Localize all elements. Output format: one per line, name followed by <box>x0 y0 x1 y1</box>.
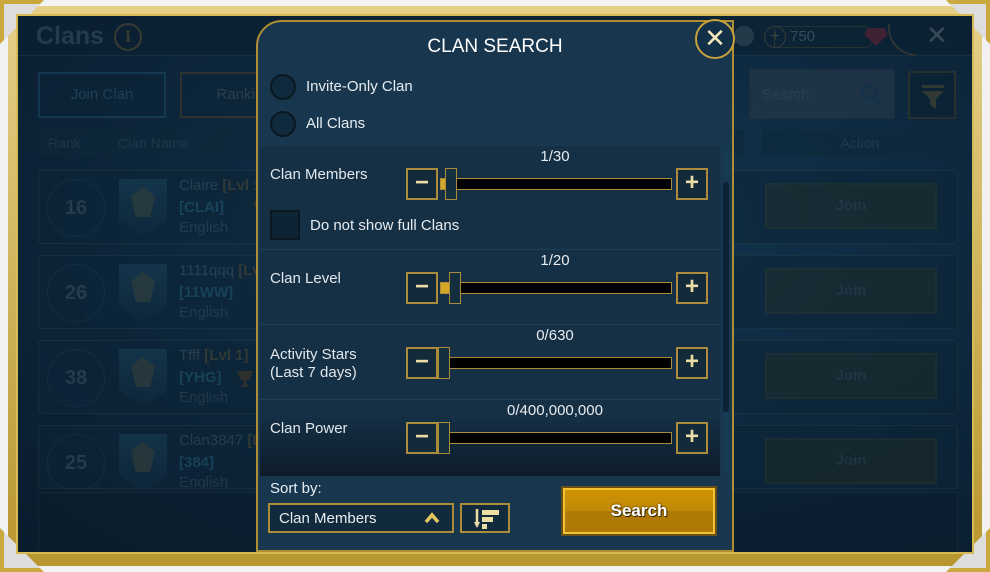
close-icon[interactable]: ✕ <box>926 20 948 51</box>
decrease-button[interactable]: − <box>406 168 438 200</box>
sort-label: Sort by: <box>270 480 322 497</box>
slider-value: 1/30 <box>540 148 570 165</box>
info-icon[interactable]: i <box>114 23 142 51</box>
column-header-rank[interactable]: Rank <box>38 130 102 156</box>
filter-label-clan-power: Clan Power <box>270 420 348 437</box>
clan-emblem-icon <box>119 349 167 407</box>
clan-language: English <box>179 304 229 321</box>
clan-search-dialog: CLAN SEARCH Invite-Only Clan All Clans C… <box>256 20 734 552</box>
join-button[interactable]: Join <box>765 268 937 314</box>
clan-tag: [YHG] <box>179 369 222 386</box>
join-button[interactable]: Join <box>765 353 937 399</box>
radio-button[interactable] <box>270 111 296 137</box>
filter-label-activity-stars: Activity Stars (Last 7 days) <box>270 346 357 381</box>
search-icon <box>861 84 882 105</box>
rank-badge: 38 <box>47 349 105 407</box>
filter-icon <box>922 85 944 109</box>
search-input[interactable]: Search <box>749 69 895 119</box>
radio-button[interactable] <box>270 74 296 100</box>
resource-box <box>774 26 874 48</box>
clan-tag: [384] <box>179 454 215 471</box>
divider <box>260 324 720 325</box>
trophy-icon <box>237 371 253 387</box>
increase-button[interactable]: + <box>676 422 708 454</box>
join-button[interactable]: Join <box>765 183 937 229</box>
scrollbar-thumb[interactable] <box>723 182 729 412</box>
radio-label: Invite-Only Clan <box>306 78 413 95</box>
close-icon[interactable]: ✕ <box>695 19 735 59</box>
clan-language: English <box>179 389 229 406</box>
rank-badge: 26 <box>47 264 105 322</box>
slider-track[interactable] <box>440 432 672 444</box>
search-button[interactable]: Search <box>561 486 717 536</box>
slider-thumb[interactable] <box>438 422 450 454</box>
slider-value: 0/400,000,000 <box>507 402 603 419</box>
resource-value: 750 <box>790 28 816 45</box>
sort-selected-value: Clan Members <box>279 510 377 527</box>
clan-name: Claire [Lvl 1] <box>179 177 267 194</box>
clan-language: English <box>179 219 229 236</box>
dialog-title: CLAN SEARCH <box>427 36 563 57</box>
slider-thumb[interactable] <box>445 168 458 200</box>
scrollbar[interactable] <box>723 146 729 476</box>
sort-order-button[interactable] <box>460 503 510 533</box>
decrease-button[interactable]: − <box>406 347 438 379</box>
radio-label: All Clans <box>306 115 366 132</box>
clan-emblem-icon <box>119 434 167 488</box>
search-placeholder: Search <box>762 86 810 103</box>
clan-name: Tfff [Lvl 1] <box>179 347 249 364</box>
tab-join-clan[interactable]: Join Clan <box>38 72 166 118</box>
slider-track[interactable] <box>440 282 672 294</box>
slider-value: 1/20 <box>540 252 570 269</box>
chevron-up-icon <box>424 512 440 524</box>
divider <box>260 399 720 400</box>
clan-emblem-icon <box>119 179 167 237</box>
filter-label-clan-level: Clan Level <box>270 270 341 287</box>
filter-button[interactable] <box>908 71 956 119</box>
filter-label-clan-members: Clan Members <box>270 166 368 183</box>
clan-tag: [11WW] <box>179 284 234 301</box>
decrease-button[interactable]: − <box>406 422 438 454</box>
clan-language: English <box>179 474 229 489</box>
increase-button[interactable]: + <box>676 168 708 200</box>
slider-value: 0/630 <box>536 327 574 344</box>
slider-thumb[interactable] <box>449 272 461 304</box>
slider-track[interactable] <box>440 178 672 190</box>
divider <box>260 249 720 250</box>
clan-tag: [CLAI] <box>179 199 224 216</box>
filter-scroll-area: Clan Members 1/30 − + Do not show full C… <box>260 146 720 476</box>
slider-track[interactable] <box>440 357 672 369</box>
increase-button[interactable]: + <box>676 347 708 379</box>
page-title: Clans <box>36 22 105 50</box>
sort-by-dropdown[interactable]: Clan Members <box>268 503 454 533</box>
rank-badge: 25 <box>47 434 105 488</box>
rank-badge: 16 <box>47 179 105 237</box>
column-header-action: Action <box>762 130 958 156</box>
decrease-button[interactable]: − <box>406 272 438 304</box>
add-resource-button[interactable]: + <box>764 26 786 48</box>
increase-button[interactable]: + <box>676 272 708 304</box>
decoration <box>888 24 916 56</box>
slider-thumb[interactable] <box>438 347 450 379</box>
hide-full-clans-checkbox[interactable] <box>270 210 300 240</box>
currency-icon <box>734 26 754 46</box>
checkbox-label: Do not show full Clans <box>310 217 460 234</box>
sort-descending-icon <box>474 509 499 529</box>
clan-emblem-icon <box>119 264 167 322</box>
join-button[interactable]: Join <box>765 438 937 484</box>
